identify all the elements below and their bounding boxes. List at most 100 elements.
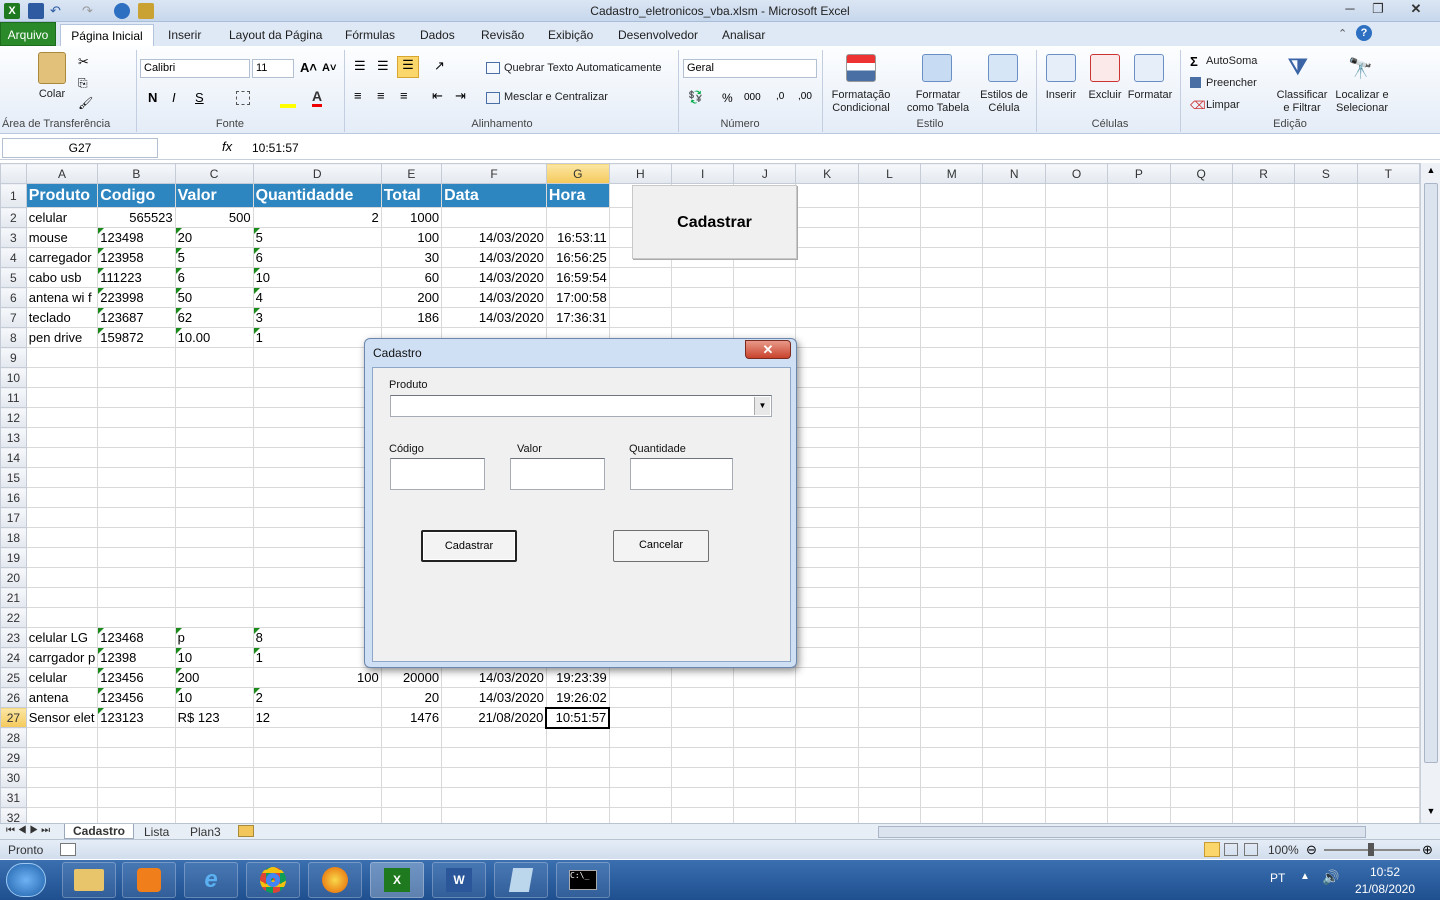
cell[interactable]	[608, 687, 673, 708]
cell[interactable]: antena	[25, 687, 99, 708]
cell[interactable]	[1044, 447, 1109, 468]
cell[interactable]	[795, 367, 859, 388]
fill-button[interactable]: Preencher	[1206, 77, 1257, 90]
cell[interactable]	[1169, 327, 1233, 348]
cell[interactable]	[1107, 183, 1171, 208]
tab-pagina-inicial[interactable]: Página Inicial	[60, 24, 154, 48]
cell[interactable]	[1044, 607, 1109, 628]
cell[interactable]	[1107, 447, 1171, 468]
cell[interactable]	[1356, 807, 1420, 823]
cell[interactable]	[174, 367, 254, 388]
cell[interactable]	[252, 527, 382, 548]
column-header[interactable]: L	[857, 163, 922, 184]
cell[interactable]	[1294, 707, 1358, 728]
cell[interactable]	[252, 387, 382, 408]
cell[interactable]	[97, 527, 176, 548]
column-header[interactable]: E	[380, 163, 443, 184]
cell[interactable]	[1356, 787, 1420, 808]
format-painter-icon[interactable]: 🖌	[78, 96, 93, 110]
cell[interactable]	[1107, 687, 1171, 708]
copy-icon[interactable]: ⎘	[78, 76, 88, 91]
cell[interactable]: 14/03/2020	[441, 247, 547, 268]
cell[interactable]	[795, 587, 859, 608]
cell[interactable]	[1107, 747, 1171, 768]
cell[interactable]	[982, 467, 1046, 488]
tab-arquivo[interactable]: Arquivo	[0, 22, 56, 46]
cell[interactable]	[252, 547, 382, 568]
cell[interactable]	[1294, 647, 1358, 668]
cell[interactable]: pen drive	[25, 327, 99, 348]
thousands-icon[interactable]: 000	[744, 92, 761, 103]
cell[interactable]: 17:00:58	[545, 287, 610, 308]
cell[interactable]	[25, 787, 99, 808]
cell[interactable]: celular LG	[25, 627, 99, 648]
cell[interactable]: 20	[380, 687, 443, 708]
column-header[interactable]: P	[1107, 163, 1171, 184]
sheet-tab-plan3[interactable]: Plan3	[190, 825, 221, 839]
cell[interactable]	[857, 227, 922, 248]
cell[interactable]	[982, 667, 1046, 688]
shrink-font-icon[interactable]: A˅	[322, 62, 336, 74]
cell[interactable]	[1231, 647, 1296, 668]
cell[interactable]	[1231, 727, 1296, 748]
cell[interactable]	[1294, 227, 1358, 248]
cell[interactable]	[1169, 587, 1233, 608]
cut-icon[interactable]: ✂	[78, 54, 89, 70]
cell[interactable]	[252, 467, 382, 488]
cell[interactable]	[857, 567, 922, 588]
paste-icon[interactable]	[38, 52, 66, 84]
cell[interactable]	[857, 367, 922, 388]
cell[interactable]	[1231, 547, 1296, 568]
cell[interactable]	[97, 407, 176, 428]
cell[interactable]	[1356, 587, 1420, 608]
cell[interactable]	[174, 567, 254, 588]
cell[interactable]	[1294, 527, 1358, 548]
cell[interactable]	[1107, 807, 1171, 823]
cell[interactable]	[252, 507, 382, 528]
zoom-in-icon[interactable]: ⊕	[1422, 842, 1433, 858]
cell[interactable]	[920, 807, 984, 823]
cell[interactable]	[1356, 747, 1420, 768]
cell[interactable]	[1356, 727, 1420, 748]
cell[interactable]	[1169, 687, 1233, 708]
row-header[interactable]: 15	[0, 467, 27, 488]
cell[interactable]	[1107, 487, 1171, 508]
cell[interactable]	[97, 727, 176, 748]
page-layout-icon[interactable]	[1224, 843, 1238, 856]
cell[interactable]	[1356, 247, 1420, 268]
cell[interactable]	[174, 447, 254, 468]
cell[interactable]	[1356, 567, 1420, 588]
cell[interactable]	[982, 787, 1046, 808]
cell[interactable]: antena wi f	[25, 287, 99, 308]
tab-layout[interactable]: Layout da Página	[229, 28, 322, 42]
format-table-icon[interactable]	[922, 54, 952, 82]
cell[interactable]	[608, 667, 673, 688]
cell[interactable]	[1231, 267, 1296, 288]
internet-explorer-icon[interactable]: e	[184, 862, 238, 898]
start-icon[interactable]	[6, 863, 46, 897]
cell[interactable]	[1107, 307, 1171, 328]
cell[interactable]	[857, 627, 922, 648]
cell[interactable]	[671, 747, 735, 768]
cell[interactable]	[982, 427, 1046, 448]
align-center-icon[interactable]: ≡	[377, 88, 385, 103]
cell[interactable]: 50	[174, 287, 254, 308]
italic-icon[interactable]: I	[172, 90, 176, 105]
cell[interactable]	[25, 447, 99, 468]
cell[interactable]: 60	[380, 267, 443, 288]
cell[interactable]	[920, 627, 984, 648]
tab-analisar[interactable]: Analisar	[722, 28, 765, 42]
cell[interactable]	[1231, 687, 1296, 708]
cell[interactable]	[795, 183, 859, 208]
cell[interactable]: 16:56:25	[545, 247, 610, 268]
cell[interactable]	[441, 747, 547, 768]
cell[interactable]	[1107, 227, 1171, 248]
cell[interactable]	[1044, 247, 1109, 268]
cell[interactable]: 159872	[97, 327, 176, 348]
cell[interactable]	[545, 727, 610, 748]
cell[interactable]: 5	[252, 227, 382, 248]
cell[interactable]: 14/03/2020	[441, 307, 547, 328]
cell[interactable]	[982, 347, 1046, 368]
cell[interactable]: 19:23:39	[545, 667, 610, 688]
cell[interactable]	[1231, 307, 1296, 328]
